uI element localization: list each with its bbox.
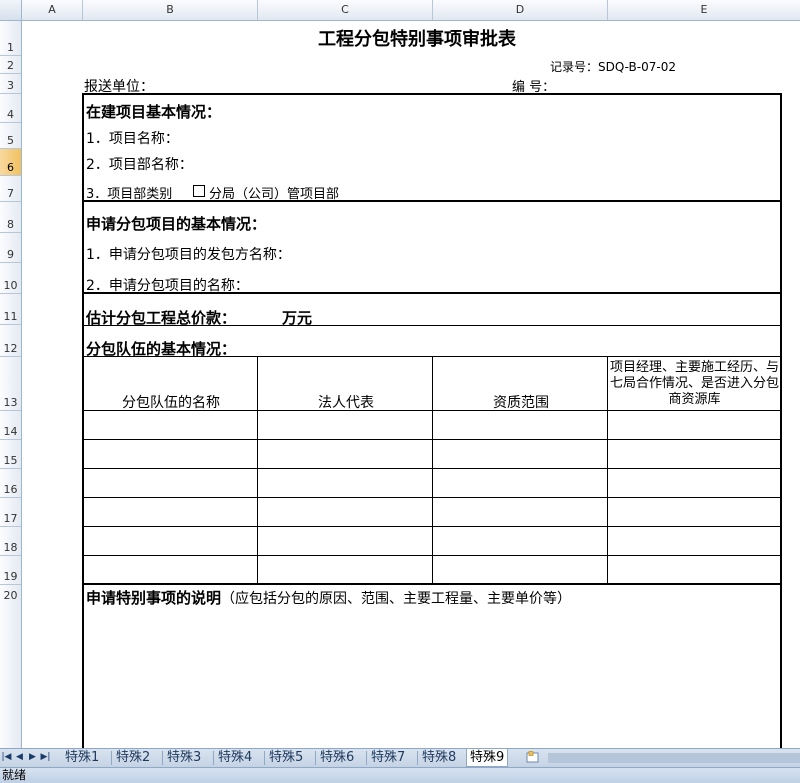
special-matters-row: 申请特别事项的说明（应包括分包的原因、范围、主要工程量、主要单价等） (86, 587, 571, 608)
border-right (780, 93, 782, 748)
row-header-7[interactable]: 7 (0, 176, 21, 202)
row-header-2[interactable]: 2 (0, 56, 21, 74)
section-subcontract-info-title: 申请分包项目的基本情况： (86, 215, 267, 233)
row-header-5[interactable]: 5 (0, 123, 21, 149)
row-header-14[interactable]: 14 (0, 411, 21, 440)
row-header-9[interactable]: 9 (0, 233, 21, 263)
row-header-19[interactable]: 19 (0, 556, 21, 585)
section-project-info-title: 在建项目基本情况： (86, 103, 222, 121)
divider-1 (82, 200, 782, 202)
column-header-a[interactable]: A (22, 0, 83, 20)
row-header-10[interactable]: 10 (0, 263, 21, 294)
last-sheet-icon[interactable]: ▶| (40, 751, 51, 764)
dept-name-label: 2．项目部名称： (86, 157, 193, 173)
status-bar: 就绪 (0, 767, 800, 783)
sheet-tab-3[interactable]: 特殊3 (164, 749, 204, 766)
next-sheet-icon[interactable]: ▶ (27, 751, 38, 764)
row-header-15[interactable]: 15 (0, 440, 21, 469)
table-header-manager-experience: 项目经理、主要施工经历、与七局合作情况、是否进入分包商资源库 (609, 360, 779, 407)
form-title: 工程分包特别事项审批表 (318, 29, 516, 50)
row-header-18[interactable]: 18 (0, 527, 21, 556)
column-header-c[interactable]: C (258, 0, 433, 20)
row-header-1[interactable]: 1 (0, 21, 21, 56)
insert-sheet-icon[interactable] (525, 751, 541, 764)
project-name-label: 1．项目名称： (86, 131, 179, 147)
contractor-name-label: 1．申请分包项目的发包方名称： (86, 247, 291, 263)
divider-2 (82, 292, 782, 294)
row-header-20[interactable]: 20 (0, 585, 21, 607)
special-matters-note: （应包括分包的原因、范围、主要工程量、主要单价等） (221, 591, 572, 607)
column-header-e[interactable]: E (608, 0, 800, 20)
row-header-4[interactable]: 4 (0, 94, 21, 123)
table-col-line (257, 356, 258, 584)
first-sheet-icon[interactable]: |◀ (1, 751, 12, 764)
status-ready-text: 就绪 (2, 768, 27, 782)
row-header-12[interactable]: 12 (0, 325, 21, 357)
sheet-tab-6[interactable]: 特殊6 (317, 749, 357, 766)
prev-sheet-icon[interactable]: ◀ (14, 751, 25, 764)
sheet-tab-4[interactable]: 特殊4 (215, 749, 255, 766)
row-header-13[interactable]: 13 (0, 357, 21, 411)
worksheet-grid[interactable]: 工程分包特别事项审批表 记录号：SDQ-B-07-02 报送单位： 编 号： 在… (22, 21, 800, 748)
special-matters-title: 申请特别事项的说明 (86, 589, 222, 607)
table-col-line (432, 356, 433, 584)
column-header-b[interactable]: B (83, 0, 258, 20)
table-header-team-name: 分包队伍的名称 (122, 395, 220, 411)
row-header-3[interactable]: 3 (0, 74, 21, 94)
border-top (82, 93, 782, 95)
row-header-16[interactable]: 16 (0, 469, 21, 498)
sheet-tab-1[interactable]: 特殊1 (62, 749, 102, 766)
column-header-d[interactable]: D (433, 0, 608, 20)
sheet-tab-2[interactable]: 特殊2 (113, 749, 153, 766)
sheet-tab-8[interactable]: 特殊8 (419, 749, 459, 766)
row-header-bar: 1 2 3 4 5 6 7 8 9 10 11 12 13 14 15 16 1… (0, 21, 22, 748)
record-number: 记录号：SDQ-B-07-02 (550, 60, 676, 74)
row-header-11[interactable]: 11 (0, 294, 21, 325)
table-col-line (607, 356, 608, 584)
select-all-corner[interactable] (0, 0, 22, 20)
border-left (82, 93, 84, 748)
table-header-legal-rep: 法人代表 (318, 395, 374, 411)
dept-type-checkbox[interactable] (193, 185, 205, 197)
table-header-qualification: 资质范围 (493, 395, 549, 411)
row-header-6[interactable]: 6 (0, 149, 21, 176)
column-header-bar: A B C D E (0, 0, 800, 21)
sheet-tab-7[interactable]: 特殊7 (368, 749, 408, 766)
horizontal-scrollbar[interactable] (548, 753, 800, 763)
sheet-tab-9-active[interactable]: 特殊9 (466, 749, 509, 767)
row-header-17[interactable]: 17 (0, 498, 21, 527)
divider-3 (82, 325, 782, 326)
sheet-tab-bar: |◀ ◀ ▶ ▶| 特殊1 特殊2 特殊3 特殊4 特殊5 特殊6 特殊7 特殊… (0, 748, 800, 767)
row-header-8[interactable]: 8 (0, 202, 21, 233)
sheet-tab-5[interactable]: 特殊5 (266, 749, 306, 766)
